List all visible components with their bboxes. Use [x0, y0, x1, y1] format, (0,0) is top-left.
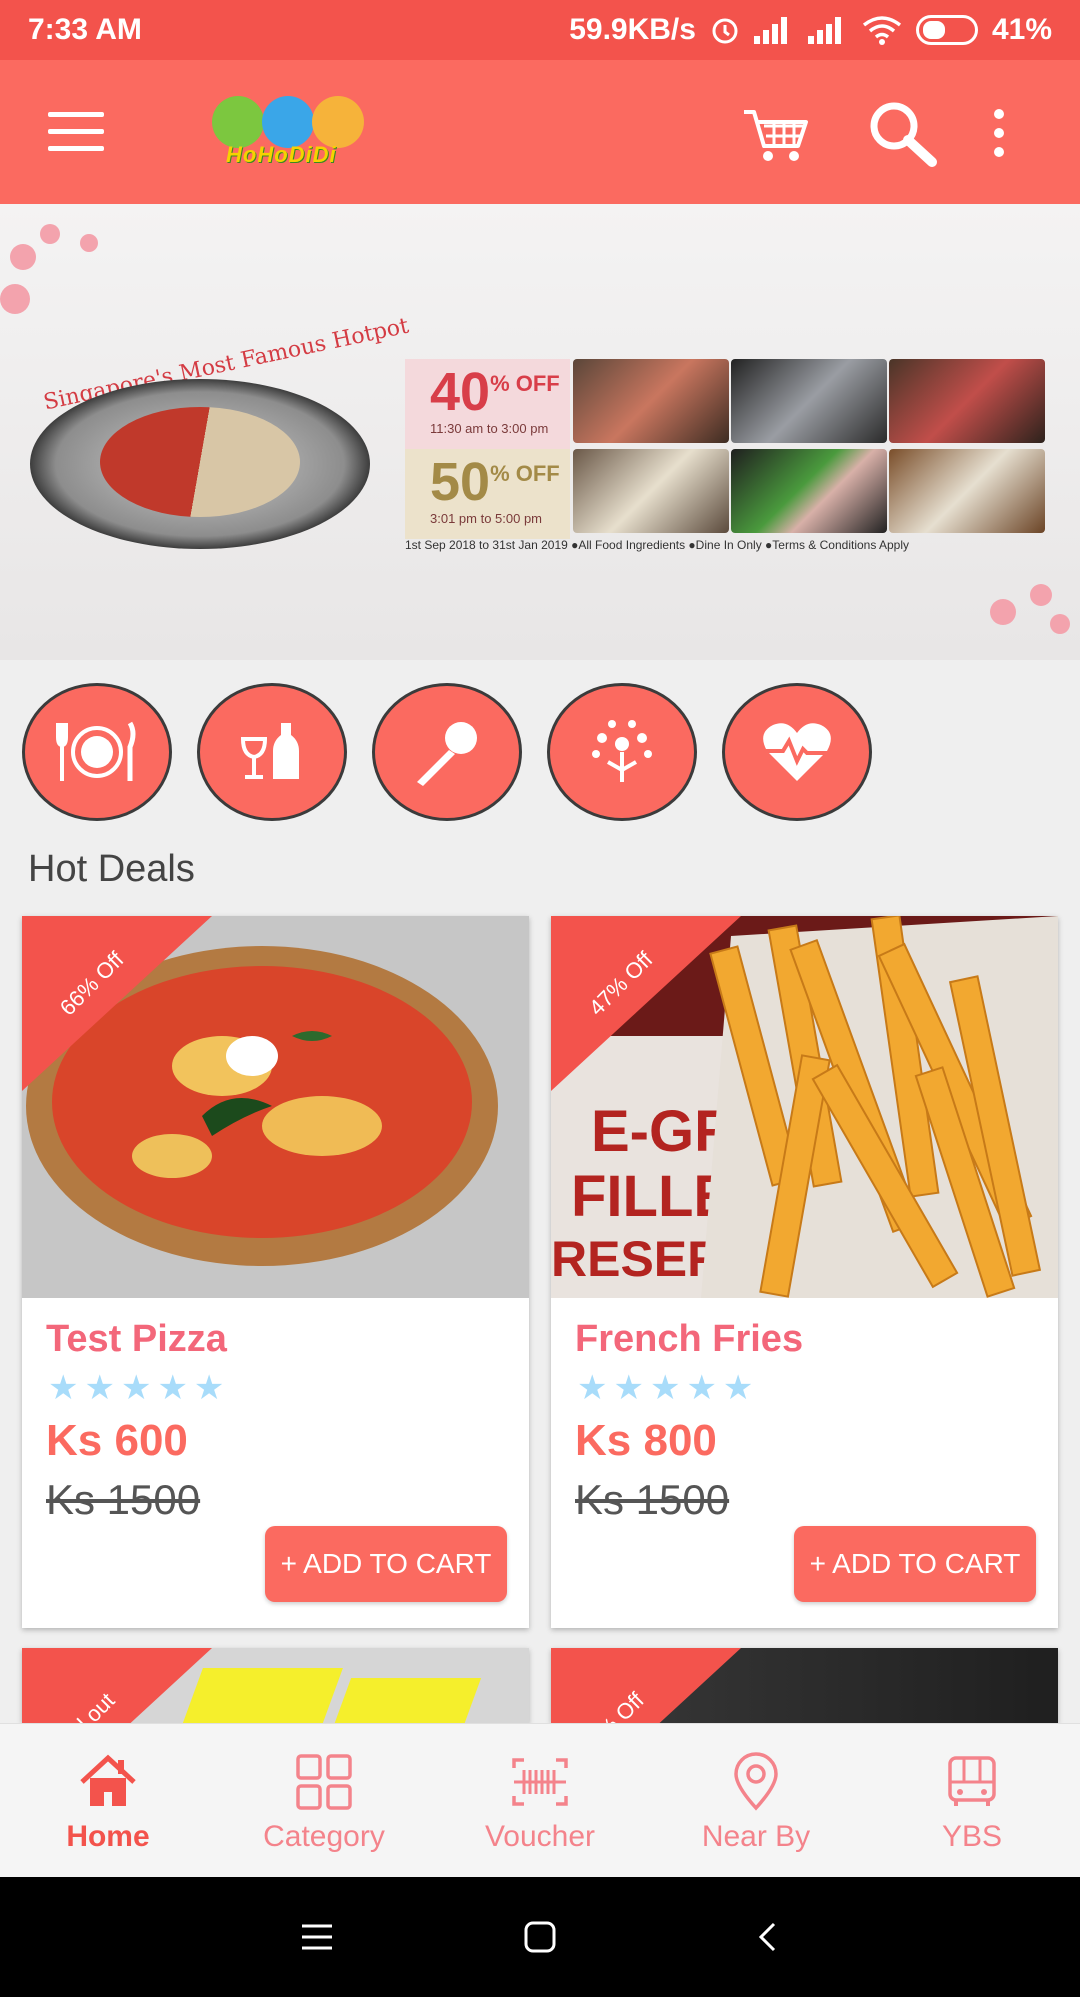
nav-near-by[interactable]: Near By [648, 1724, 864, 1878]
cart-logo-icon [212, 96, 264, 148]
nav-category-label: Category [263, 1820, 385, 1853]
grid-icon [296, 1754, 352, 1810]
wifi-icon [862, 16, 902, 45]
nav-ybs[interactable]: YBS [864, 1724, 1080, 1878]
status-bar: 7:33 AM 59.9KB/s 41% [0, 0, 1080, 60]
add-to-cart-button[interactable]: + ADD TO CART [265, 1526, 507, 1602]
category-dining[interactable] [22, 683, 172, 821]
food-photo-6 [889, 449, 1045, 533]
signal-icon [753, 16, 794, 44]
original-price: Ks 1500 [46, 1476, 201, 1523]
status-time: 7:33 AM [28, 13, 142, 46]
food-photo-3 [889, 359, 1045, 443]
promo1-time: 11:30 am to 3:00 pm [430, 421, 549, 436]
deal-price: Ks 600 [46, 1416, 188, 1465]
search-icon[interactable] [866, 98, 938, 170]
deal-card-3[interactable]: ld out [22, 1648, 529, 1723]
back-icon[interactable] [756, 1921, 780, 1953]
promo-banner[interactable]: Singapore's Most Famous Hotpot 40% OFF 1… [0, 204, 1080, 660]
promo2-unit: % OFF [490, 461, 560, 486]
deal-card-french-fries[interactable]: E-GRI FILLE RESERVAT 47% Off French Frie… [551, 916, 1058, 1628]
alarm-icon [712, 18, 738, 44]
deal-title[interactable]: French Fries [575, 1318, 803, 1361]
battery-level: 41% [991, 13, 1052, 46]
nav-voucher[interactable]: Voucher [432, 1724, 648, 1878]
section-title-hot-deals: Hot Deals [28, 848, 195, 890]
map-logo-icon [262, 96, 314, 148]
network-speed: 59.9KB/s [569, 13, 696, 46]
rating-stars: ★★★★★ [48, 1369, 231, 1407]
add-to-cart-button[interactable]: + ADD TO CART [794, 1526, 1036, 1602]
banner-terms: 1st Sep 2018 to 31st Jan 2019 ●All Food … [405, 538, 910, 552]
category-health[interactable] [722, 683, 872, 821]
category-drinks[interactable] [197, 683, 347, 821]
app-bar: HoHoDiDi [0, 60, 1080, 204]
food-photo-2 [731, 359, 887, 443]
voucher-icon [512, 1758, 568, 1806]
menu-icon[interactable] [48, 112, 104, 152]
promo2-percent: 50 [430, 452, 491, 512]
tree-person-icon [592, 720, 652, 782]
deal-card-test-pizza[interactable]: 66% Off Test Pizza ★★★★★ Ks 600 Ks 1500 … [22, 916, 529, 1628]
app-logo[interactable]: HoHoDiDi [212, 96, 368, 168]
promo1-unit: % OFF [490, 371, 560, 396]
nav-home[interactable]: Home [0, 1724, 216, 1878]
status-indicators: 59.9KB/s 41% [569, 13, 1052, 47]
deal-price: Ks 800 [575, 1416, 717, 1465]
more-options-icon[interactable] [984, 98, 1014, 170]
original-price: Ks 1500 [575, 1476, 730, 1523]
hotpot-image [30, 379, 370, 549]
home-icon [80, 1754, 136, 1806]
system-navigation-bar [0, 1877, 1080, 1997]
microphone-icon [417, 722, 477, 786]
food-photo-5 [731, 449, 887, 533]
nav-ybs-label: YBS [941, 1820, 1003, 1853]
deal-card-4[interactable]: % Off [551, 1648, 1058, 1723]
promo-40-off: 40% OFF 11:30 am to 3:00 pm [405, 359, 570, 449]
category-wellness[interactable] [547, 683, 697, 821]
food-photo-4 [573, 449, 729, 533]
heart-pulse-icon [763, 723, 831, 781]
logo-text: HoHoDiDi [226, 142, 337, 167]
nav-home-label: Home [66, 1820, 150, 1853]
promo2-time: 3:01 pm to 5:00 pm [430, 511, 543, 526]
nav-category[interactable]: Category [216, 1724, 432, 1878]
bottom-navigation: Home Category Voucher Near By YBS [0, 1723, 1080, 1877]
dining-icon [56, 721, 136, 781]
nav-near-by-label: Near By [701, 1820, 811, 1853]
food-photo-1 [573, 359, 729, 443]
signal-icon-2 [807, 16, 848, 44]
home-system-icon[interactable] [523, 1920, 557, 1954]
promo1-percent: 40 [430, 362, 491, 422]
bus-icon [948, 1756, 996, 1806]
category-karaoke[interactable] [372, 683, 522, 821]
deal-title[interactable]: Test Pizza [46, 1318, 227, 1361]
shop-logo-icon [312, 96, 364, 148]
location-pin-icon [734, 1752, 778, 1811]
nav-voucher-label: Voucher [484, 1820, 596, 1853]
battery-icon [915, 15, 978, 45]
cart-icon[interactable] [740, 98, 812, 170]
rating-stars: ★★★★★ [577, 1369, 760, 1407]
recent-apps-icon[interactable] [300, 1922, 334, 1952]
wine-bottle-icon [240, 723, 299, 779]
promo-50-off: 50% OFF 3:01 pm to 5:00 pm [405, 449, 570, 539]
